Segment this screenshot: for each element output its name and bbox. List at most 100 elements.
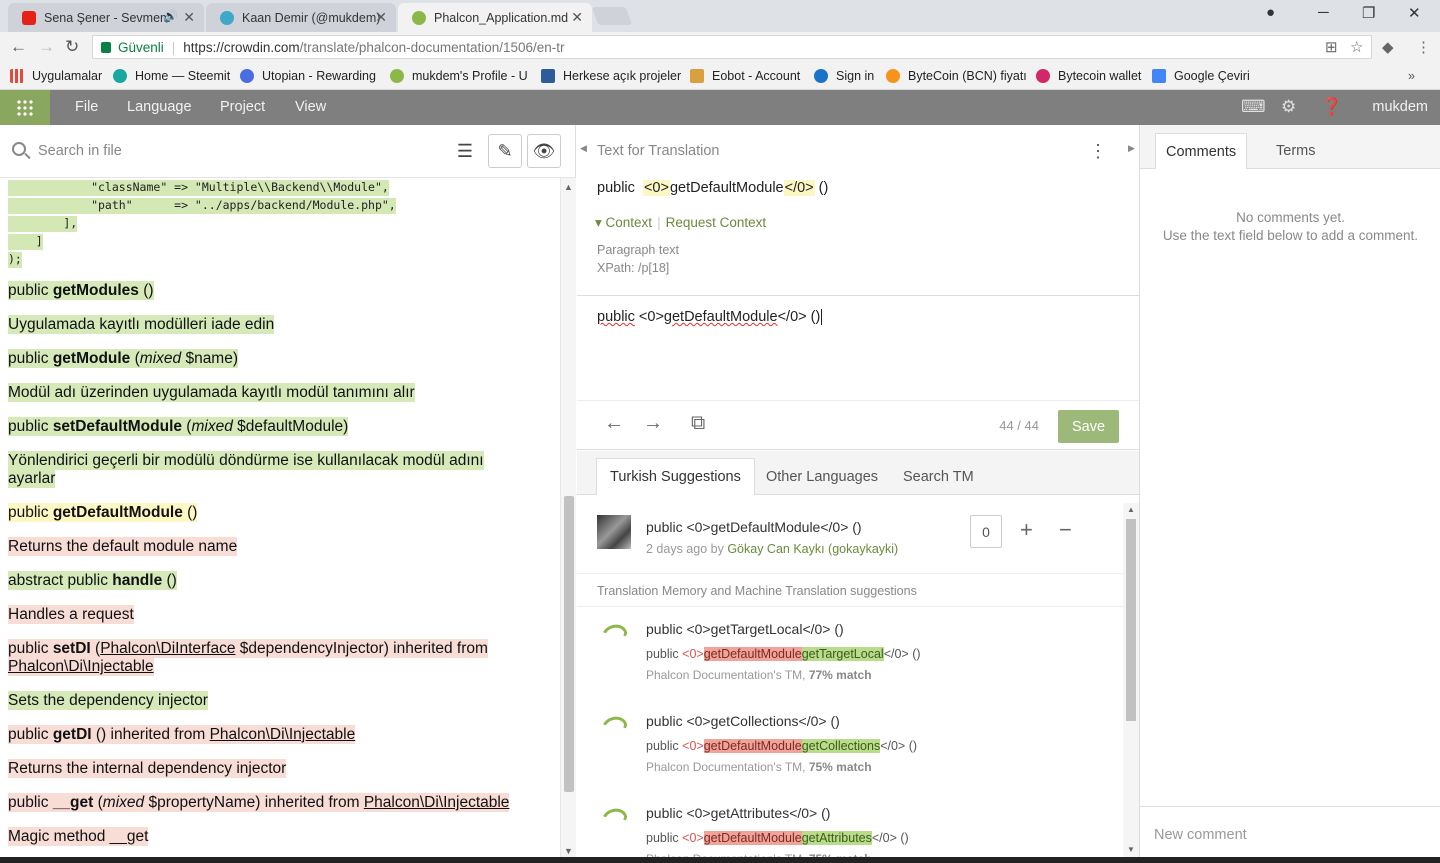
- save-button[interactable]: Save: [1058, 410, 1119, 443]
- help-icon[interactable]: ❓: [1321, 97, 1342, 117]
- forward-arrow-icon[interactable]: →: [38, 37, 55, 57]
- more-options-icon[interactable]: ⋮: [1089, 141, 1107, 162]
- source-paragraph[interactable]: Modül adı üzerinden uygulamada kayıtlı m…: [8, 383, 415, 402]
- previous-string-icon[interactable]: ←: [604, 412, 624, 435]
- suggestion-scrollbar[interactable]: ▲ ▼: [1123, 503, 1139, 863]
- menu-language[interactable]: Language: [127, 99, 192, 115]
- menu-kebab-icon[interactable]: ⋮: [1416, 38, 1431, 56]
- url-field[interactable]: Güvenli | https://crowdin.com/translate/…: [92, 35, 1372, 59]
- bookmark-apps[interactable]: Uygulamalar: [10, 69, 102, 83]
- next-string-icon[interactable]: →: [643, 412, 663, 435]
- close-icon[interactable]: ✕: [375, 9, 387, 26]
- translation-input[interactable]: public <0>getDefaultModule</0> (): [577, 297, 1139, 401]
- paragraph-text: Handles a request: [8, 605, 134, 624]
- source-paragraph[interactable]: Sets the dependency injector: [8, 691, 208, 710]
- source-paragraph[interactable]: public getModule (mixed $name): [8, 349, 239, 368]
- new-tab-button[interactable]: [591, 7, 633, 25]
- collapse-left-icon[interactable]: ◀: [580, 143, 587, 154]
- context-toggle[interactable]: ▾ Context: [595, 215, 652, 230]
- edit-pencil-icon[interactable]: ✎: [488, 134, 522, 168]
- more-bookmarks-icon[interactable]: »: [1408, 69, 1415, 83]
- collapse-right-icon[interactable]: ▶: [1128, 143, 1135, 154]
- bookmark-transifex[interactable]: Herkese açık projeler: [541, 69, 681, 83]
- code-block: "className" => "Multiple\\Backend\\Modul…: [8, 178, 408, 268]
- bookmark-google-translate[interactable]: Google Çeviri: [1152, 69, 1250, 83]
- source-paragraph[interactable]: Magic method __get: [8, 827, 149, 846]
- utopian-icon: [240, 69, 254, 83]
- tm-suggestion[interactable]: public <0>getAttributes</0> () public <0>…: [577, 791, 1123, 863]
- gear-icon[interactable]: ⚙: [1281, 97, 1296, 117]
- close-icon[interactable]: ✕: [571, 9, 583, 26]
- preview-eye-icon[interactable]: 👁: [527, 134, 561, 168]
- reload-icon[interactable]: ↻: [65, 37, 79, 57]
- tab-search-tm[interactable]: Search TM: [890, 458, 987, 495]
- upvote-plus-icon[interactable]: +: [1020, 517, 1033, 543]
- downvote-minus-icon[interactable]: −: [1059, 517, 1072, 543]
- source-paragraph[interactable]: abstract public handle (): [8, 571, 177, 590]
- new-comment-input[interactable]: [1154, 825, 1424, 845]
- maximize-icon[interactable]: ❐: [1362, 4, 1375, 22]
- tm-suggestion[interactable]: public <0>getTargetLocal</0> () public <0…: [577, 607, 1123, 699]
- bookmark-bytecoin-price[interactable]: ByteCoin (BCN) fiyatı: [886, 69, 1027, 83]
- bookmark-star-icon[interactable]: ☆: [1350, 38, 1363, 56]
- translation-text[interactable]: public <0>getDefaultModule</0> (): [597, 309, 823, 326]
- search-input[interactable]: [38, 139, 428, 163]
- bookmark-eobot[interactable]: Eobot - Account: [690, 69, 800, 83]
- scroll-up-icon[interactable]: ▲: [1127, 505, 1135, 514]
- tab-turkish-suggestions[interactable]: Turkish Suggestions: [596, 458, 755, 495]
- extension-icon[interactable]: ◆: [1382, 38, 1394, 56]
- source-paragraph[interactable]: Yönlendirici geçerli bir modülü döndürme…: [8, 451, 484, 488]
- keyboard-icon[interactable]: ⌨: [1241, 97, 1266, 117]
- speaker-icon[interactable]: 🔊: [163, 9, 178, 23]
- crowdin-icon: [412, 11, 426, 25]
- scroll-down-icon[interactable]: ▼: [1127, 845, 1135, 854]
- source-paragraph[interactable]: Returns the internal dependency injector: [8, 759, 287, 778]
- window-close-icon[interactable]: ✕: [1408, 4, 1421, 22]
- scrollbar-thumb[interactable]: [564, 496, 574, 792]
- bookmark-crowdin-profile[interactable]: mukdem's Profile - U: [390, 69, 528, 83]
- close-tag[interactable]: </0>: [783, 180, 815, 196]
- scroll-down-icon[interactable]: ▼: [564, 846, 573, 856]
- scrollbar-thumb[interactable]: [1126, 519, 1136, 721]
- document-scrollbar[interactable]: ▲ ▼: [560, 178, 576, 863]
- menu-view[interactable]: View: [295, 99, 326, 115]
- source-paragraph[interactable]: public getModules (): [8, 281, 154, 300]
- source-paragraph[interactable]: Returns the default module name: [8, 537, 238, 556]
- menu-project[interactable]: Project: [220, 99, 265, 115]
- back-arrow-icon[interactable]: ←: [10, 37, 27, 57]
- request-context-link[interactable]: Request Context: [666, 215, 767, 230]
- close-icon[interactable]: ✕: [183, 9, 195, 26]
- bookmark-steemit[interactable]: Home — Steemit: [113, 69, 230, 83]
- source-paragraph[interactable]: public setDefaultModule (mixed $defaultM…: [8, 417, 349, 436]
- apps-grid-button[interactable]: [0, 90, 50, 125]
- minimize-icon[interactable]: ─: [1318, 4, 1329, 21]
- author-link[interactable]: Gökay Can Kaykı (gokaykayki): [727, 542, 898, 556]
- username[interactable]: mukdem: [1372, 99, 1428, 115]
- bookmark-utopian[interactable]: Utopian - Rewarding: [240, 69, 376, 83]
- browser-tab-steemit[interactable]: Kaan Demir (@mukdem) ✕: [206, 3, 396, 32]
- bookmark-sign-in[interactable]: Sign in: [814, 69, 874, 83]
- source-paragraph[interactable]: Handles a request: [8, 605, 134, 624]
- source-paragraph[interactable]: Uygulamada kayıtlı modülleri iade edin: [8, 315, 275, 334]
- scroll-up-icon[interactable]: ▲: [564, 182, 573, 192]
- copy-source-icon[interactable]: ⧉: [691, 412, 705, 435]
- menu-file[interactable]: File: [75, 99, 98, 115]
- translate-icon[interactable]: ⊞: [1325, 38, 1338, 56]
- open-tag[interactable]: <0>: [642, 180, 670, 196]
- source-paragraph[interactable]: public setDI (Phalcon\DiInterface $depen…: [8, 639, 488, 676]
- tab-comments[interactable]: Comments: [1155, 133, 1248, 169]
- tab-other-languages[interactable]: Other Languages: [753, 458, 891, 495]
- source-paragraph[interactable]: public getDI () inherited from Phalcon\D…: [8, 725, 356, 744]
- source-paragraph[interactable]: public getDefaultModule (): [8, 503, 198, 522]
- profile-icon[interactable]: ●: [1266, 4, 1275, 21]
- diff-deleted: getDefaultModule: [703, 647, 802, 661]
- tm-text: public <0>getAttributes</0> (): [646, 805, 831, 821]
- list-view-icon[interactable]: ☰: [448, 134, 482, 168]
- source-paragraph[interactable]: public __get (mixed $propertyName) inher…: [8, 793, 510, 812]
- user-suggestion[interactable]: public <0>getDefaultModule</0> () 2 days…: [577, 495, 1123, 573]
- bookmark-bytecoin-wallet[interactable]: Bytecoin wallet: [1036, 69, 1141, 83]
- tm-suggestion[interactable]: public <0>getCollections</0> () public <0…: [577, 699, 1123, 791]
- browser-tab-crowdin[interactable]: Phalcon_Application.md ✕: [398, 3, 592, 32]
- browser-tab-youtube[interactable]: Sena Şener - Sevmem 🔊 ✕: [8, 3, 204, 32]
- tab-terms[interactable]: Terms: [1266, 133, 1325, 169]
